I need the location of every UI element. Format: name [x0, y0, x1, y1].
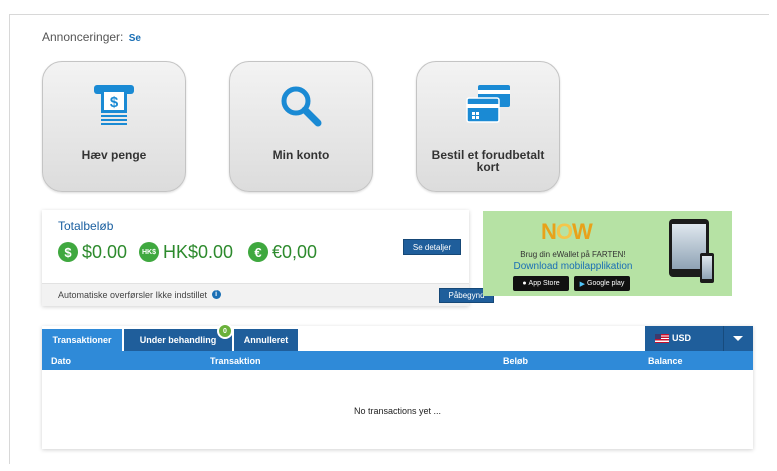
- promo-tagline: Brug din eWallet på FARTEN!: [520, 250, 626, 259]
- balance-eur: € €0,00: [248, 240, 317, 264]
- balance-hkd-amount: HK$0.00: [163, 241, 234, 262]
- balance-usd: $ $0.00: [58, 240, 127, 264]
- tab-cancelled[interactable]: Annulleret: [234, 329, 298, 351]
- dollar-coin-icon: $: [58, 242, 78, 262]
- table-header: Dato Transaktion Beløb Balance: [42, 351, 753, 370]
- transactions-panel: Transaktioner Under behandling 0 Annulle…: [42, 323, 753, 449]
- app-store-badge[interactable]: ● App Store: [513, 276, 569, 291]
- svg-text:$: $: [110, 94, 119, 111]
- play-icon: ▶: [579, 280, 586, 288]
- column-amount: Beløb: [503, 356, 529, 366]
- pending-count-badge: 0: [217, 323, 233, 339]
- announcements-view-link[interactable]: Se: [129, 33, 141, 44]
- balance-hkd: HK$ HK$0.00: [139, 240, 233, 264]
- promo-download-text: Download mobilapplikation: [513, 261, 633, 272]
- my-account-label: Min konto: [272, 148, 330, 162]
- my-account-tile[interactable]: Min konto: [229, 61, 373, 192]
- column-date: Dato: [51, 356, 71, 366]
- total-balance-card: Totalbeløb $ $0.00 HK$ HK$0.00 € €0,00 S…: [42, 210, 494, 306]
- now-logo: NOW: [541, 219, 593, 244]
- withdraw-label: Hæv penge: [81, 148, 147, 162]
- chevron-down-icon: [733, 336, 743, 341]
- tab-transactions[interactable]: Transaktioner: [42, 329, 122, 351]
- euro-coin-icon: €: [248, 242, 268, 262]
- magnifier-icon: [230, 82, 372, 130]
- column-transaction: Transaktion: [210, 356, 261, 366]
- column-balance: Balance: [648, 356, 683, 366]
- atm-withdraw-icon: $: [43, 82, 185, 130]
- balance-usd-amount: $0.00: [82, 241, 128, 262]
- see-details-button[interactable]: Se detaljer: [403, 239, 461, 255]
- hkd-coin-icon: HK$: [139, 242, 159, 262]
- phone-image: [700, 253, 714, 283]
- announcements-label: Annonceringer:: [42, 30, 124, 44]
- announcements: Annonceringer: Se: [42, 30, 141, 44]
- cards-icon: [417, 82, 559, 130]
- apple-icon: ●: [522, 280, 527, 287]
- auto-transfer-status: Automatiske overførsler Ikke indstillet …: [58, 290, 221, 300]
- currency-value: USD: [672, 333, 692, 343]
- order-card-label: Bestil et forudbetalt kort: [431, 148, 545, 174]
- us-flag-icon: [655, 334, 669, 343]
- empty-state-message: No transactions yet ...: [353, 406, 442, 416]
- tab-pending[interactable]: Under behandling: [124, 329, 232, 351]
- transaction-tabs: Transaktioner Under behandling 0 Annulle…: [42, 323, 753, 351]
- withdraw-tile[interactable]: $ Hæv penge: [42, 61, 186, 192]
- total-balance-title: Totalbeløb: [58, 219, 114, 233]
- google-play-badge[interactable]: ▶ Google play: [574, 276, 630, 291]
- currency-select[interactable]: USD: [645, 326, 753, 351]
- balance-eur-amount: €0,00: [272, 241, 318, 262]
- auto-transfer-row: Automatiske overførsler Ikke indstillet …: [42, 283, 494, 306]
- mobile-app-banner[interactable]: NOW Brug din eWallet på FARTEN! Download…: [483, 211, 732, 296]
- auto-transfer-text: Automatiske overførsler Ikke indstillet: [58, 290, 208, 300]
- order-card-tile[interactable]: Bestil et forudbetalt kort: [416, 61, 560, 192]
- info-icon[interactable]: i: [211, 290, 221, 299]
